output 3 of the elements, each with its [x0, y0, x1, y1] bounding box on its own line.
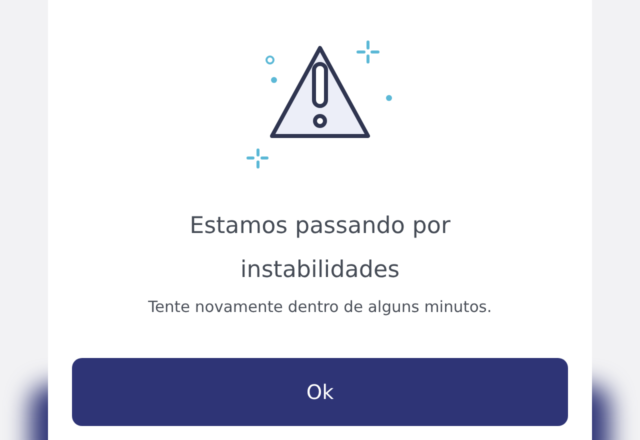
ok-button[interactable]: Ok: [72, 358, 568, 426]
dialog-title: Estamos passando por instabilidades: [188, 212, 452, 285]
dialog-message: Tente novamente dentro de alguns minutos.: [148, 298, 492, 316]
